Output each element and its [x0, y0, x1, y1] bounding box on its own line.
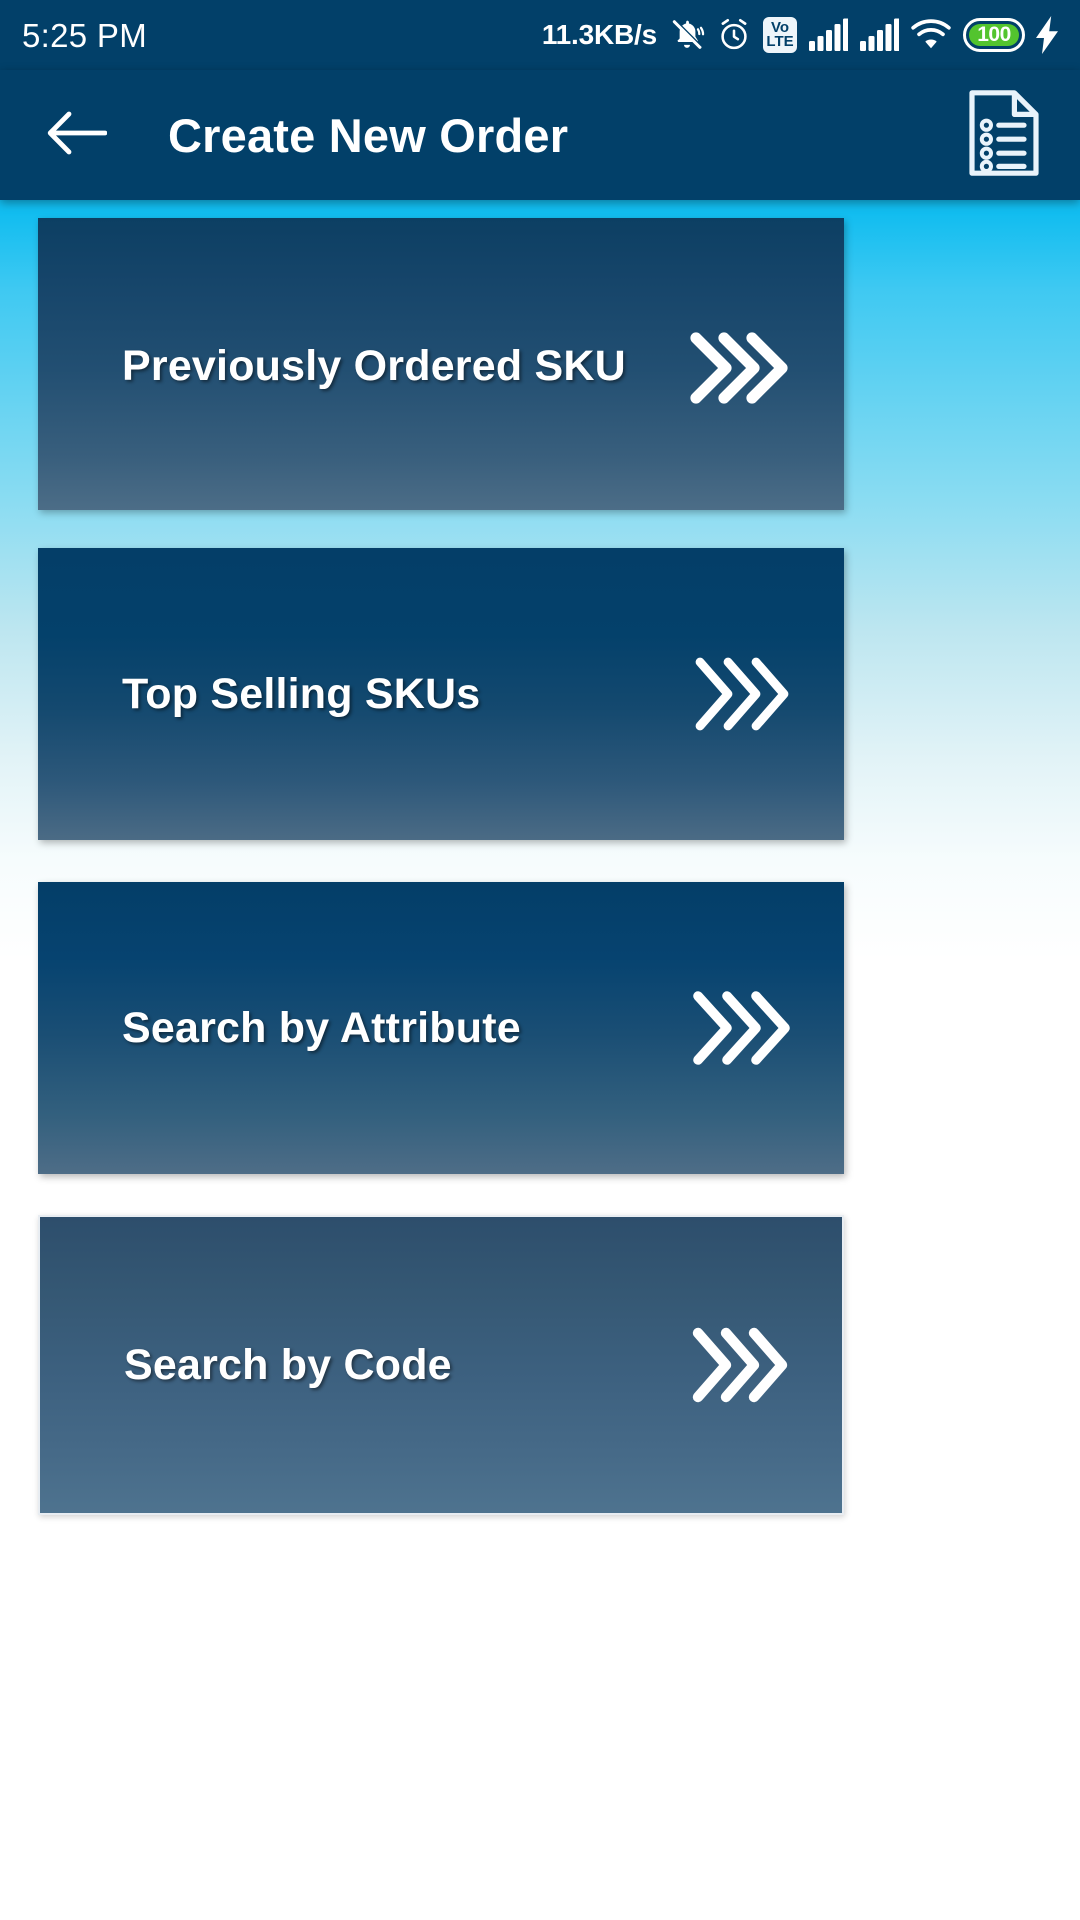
menu-card-top-selling-skus[interactable]: Top Selling SKUs — [38, 548, 844, 840]
signal-bars-sim2-icon — [859, 18, 899, 52]
battery-percent-label: 100 — [977, 23, 1011, 46]
charging-bolt-icon — [1036, 16, 1060, 54]
status-bar-clock: 5:25 PM — [22, 19, 147, 52]
menu-card-previously-ordered-sku[interactable]: Previously Ordered SKU — [38, 218, 844, 510]
menu-card-label: Previously Ordered SKU — [122, 341, 626, 390]
back-button[interactable] — [42, 100, 112, 170]
app-bar: Create New Order — [0, 70, 1080, 200]
menu-card-label: Search by Attribute — [122, 1003, 521, 1052]
alarm-clock-icon — [716, 17, 752, 53]
triple-chevron-right-icon — [688, 330, 796, 406]
network-speed-label: 11.3KB/s — [541, 19, 657, 50]
bell-muted-icon — [669, 16, 705, 54]
menu-card-label: Top Selling SKUs — [122, 669, 481, 718]
menu-card-search-by-attribute[interactable]: Search by Attribute — [38, 882, 844, 1174]
status-bar-time: 5:25 PM — [22, 16, 147, 54]
menu-card-label: Search by Code — [124, 1340, 452, 1389]
volte-bottom-text: LTE — [766, 33, 794, 50]
order-list-button[interactable] — [962, 87, 1046, 183]
status-bar-icons: 11.3KB/s Vo LTE 100 — [542, 16, 1060, 54]
page-title: Create New Order — [168, 108, 569, 162]
volte-icon: Vo LTE — [763, 17, 797, 53]
wifi-icon — [910, 19, 952, 51]
back-arrow-icon — [47, 110, 108, 161]
triple-chevron-right-icon — [690, 1325, 794, 1405]
triple-chevron-right-icon — [692, 654, 796, 734]
order-list-document-icon — [966, 88, 1042, 183]
menu-card-search-by-code[interactable]: Search by Code — [38, 1215, 844, 1515]
status-bar: 5:25 PM 11.3KB/s Vo LTE 100 — [0, 0, 1080, 70]
triple-chevron-right-icon — [690, 988, 796, 1068]
battery-icon: 100 — [963, 18, 1025, 52]
signal-bars-sim1-icon — [808, 18, 848, 52]
menu-list: Previously Ordered SKU Top Selling SKUs — [0, 200, 1080, 1920]
